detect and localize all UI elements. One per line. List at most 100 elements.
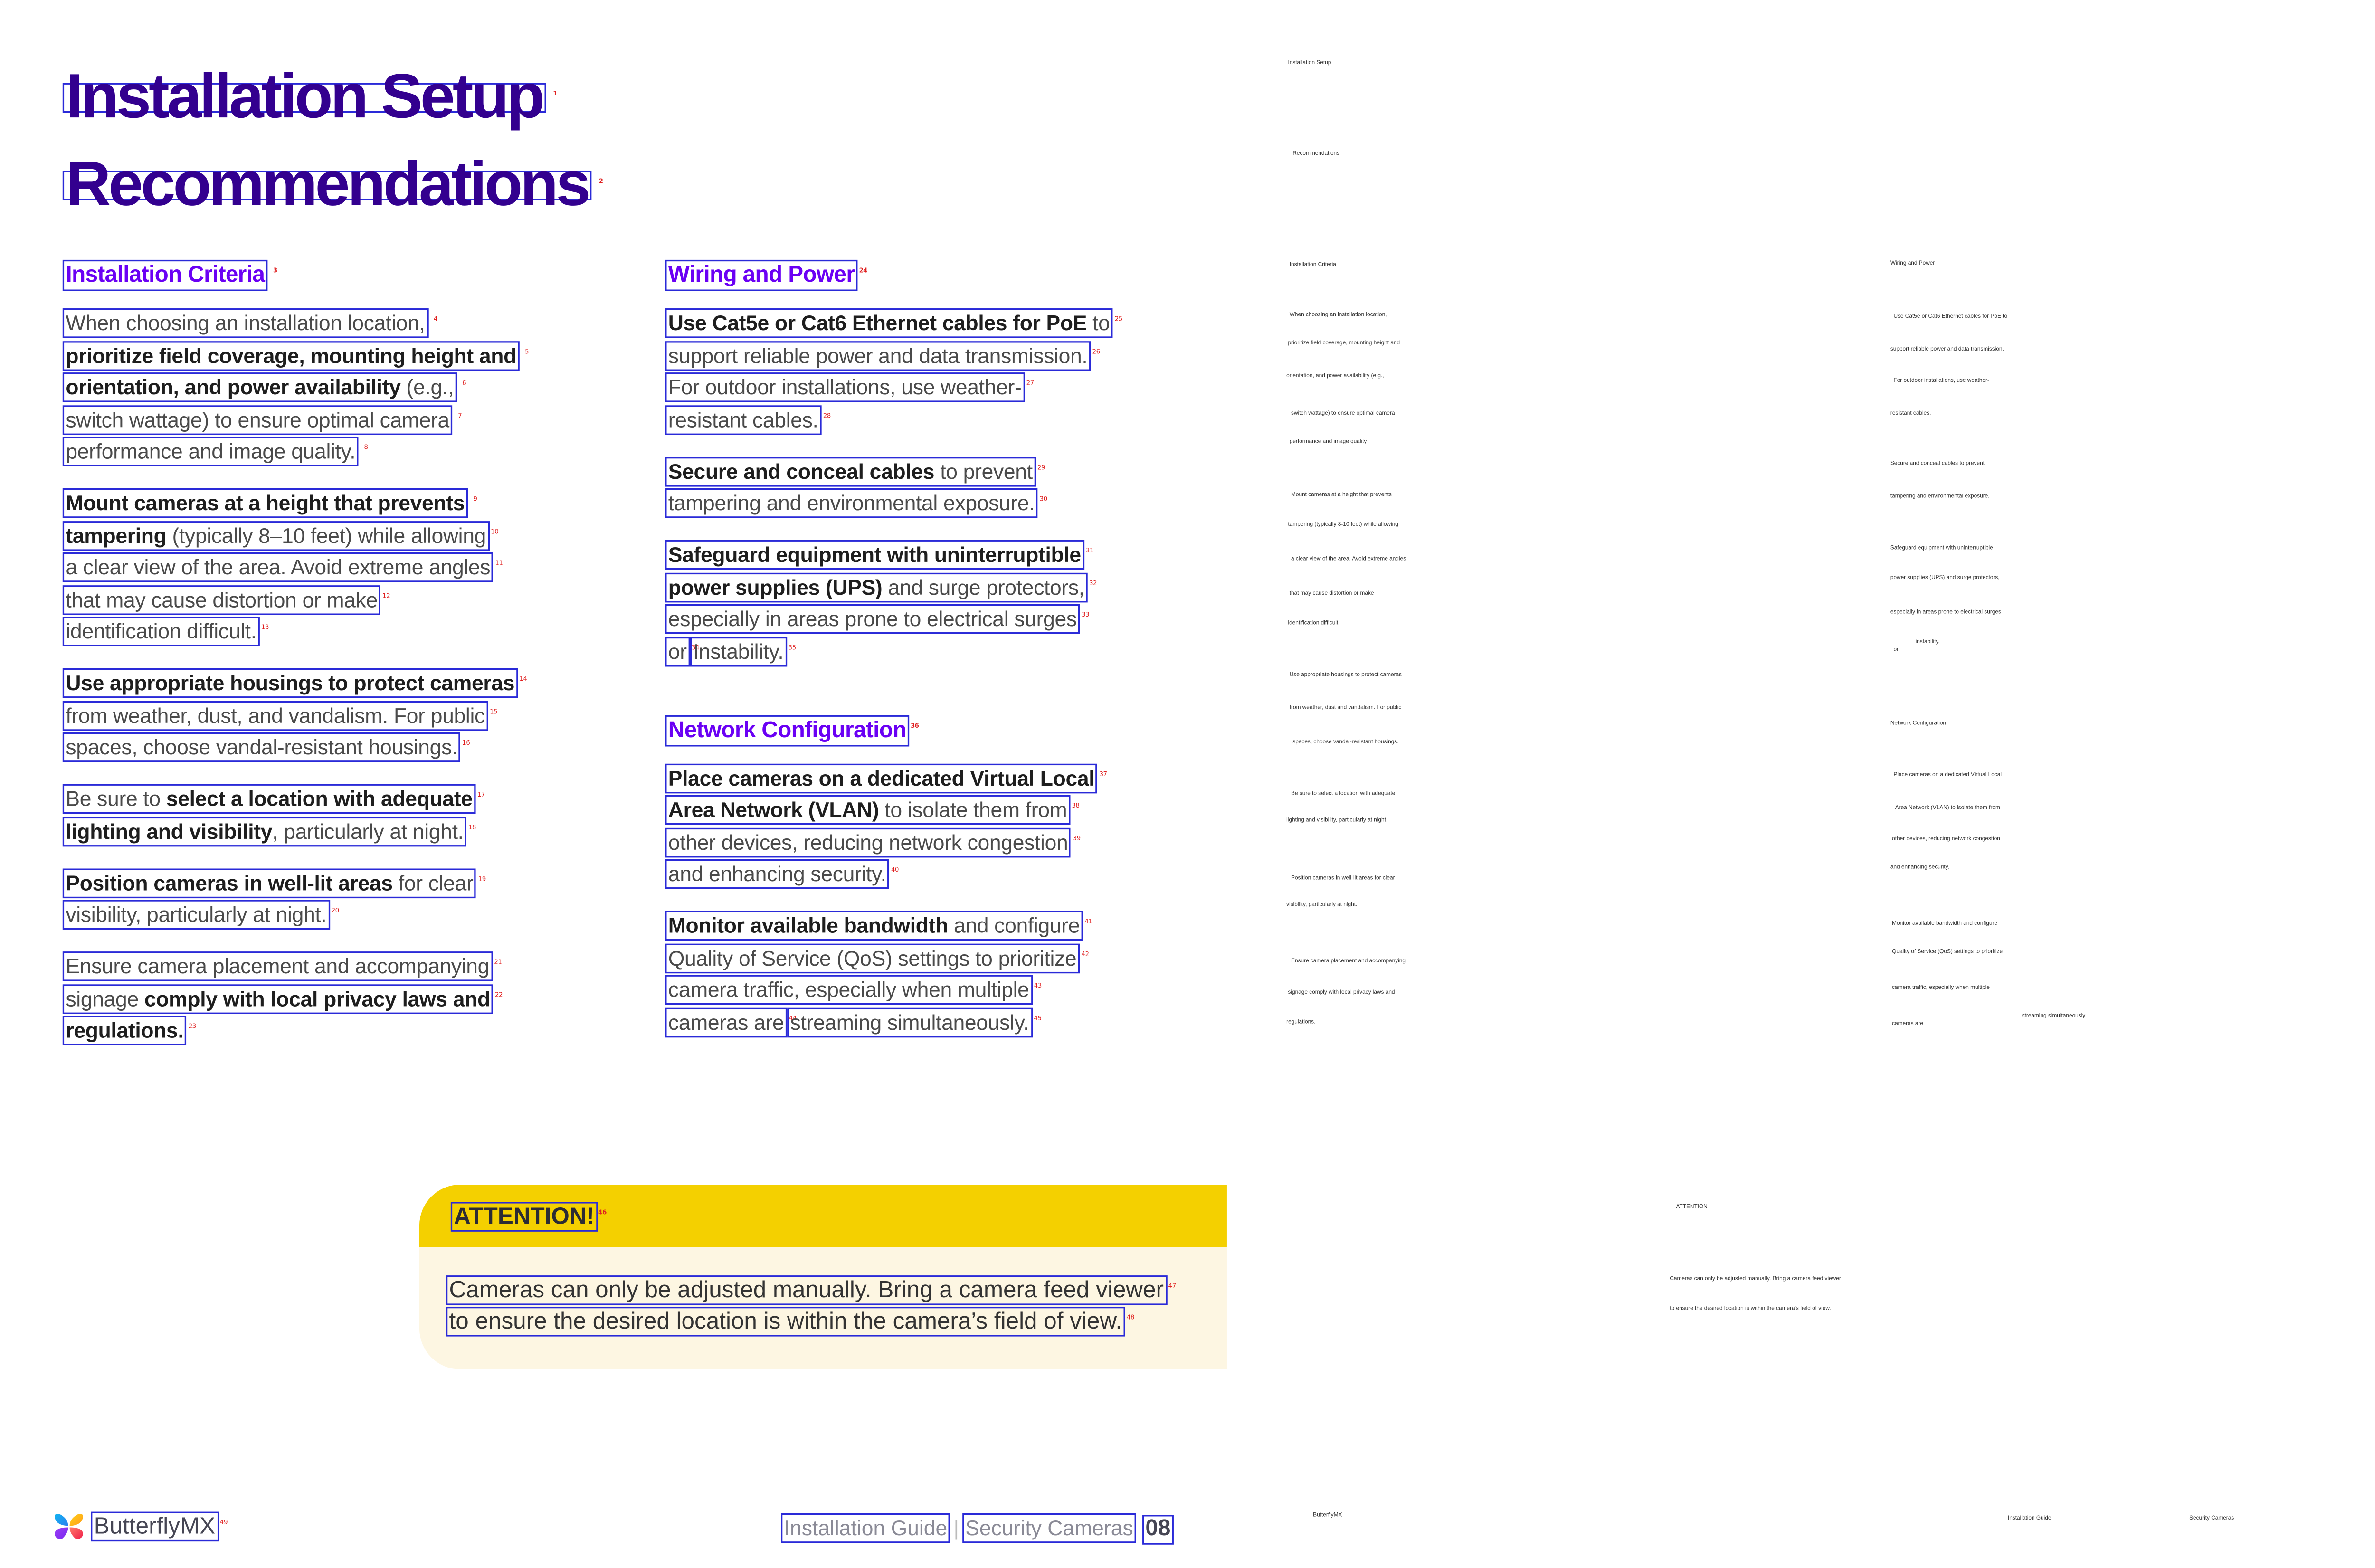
text-box: regulations. 23 [62,1016,196,1045]
text-line: Ensure camera placement and accompanying… [62,951,520,984]
text: that may cause distortion or make [66,588,378,611]
box-index: 18 [468,822,476,830]
text-line: Use appropriate housings to protect came… [62,668,527,701]
box-index: 15 [490,706,498,714]
footer-separator: | [953,1516,960,1540]
ocr-text-line: that may cause distortion or make [1289,590,1374,597]
text-box: spaces, choose vandal-resistant housings… [62,732,470,762]
ocr-text-line: to ensure the desired location is within… [1670,1305,1831,1311]
text-box: Installation Criteria 3 [62,259,277,291]
text: (e.g., [400,375,454,399]
ocr-text-line: For outdoor installations, use weather- [1893,377,1989,384]
attention-body: Cameras can only be adjusted manually. B… [446,1275,1176,1338]
ocr-text-line: lighting and visibility, particularly at… [1286,817,1388,823]
ocr-text-line: Cameras can only be adjusted manually. B… [1670,1275,1841,1282]
title-text: Installation Setup [66,62,545,132]
box-index: 28 [823,410,831,419]
bold-text: Area Network (VLAN) [668,798,879,822]
text-box: When choosing an installation location, 4 [62,308,437,338]
page-title-line-1: Installation Setup 1 [62,62,558,132]
box-index: 42 [1081,949,1089,957]
attention-callout: ATTENTION! 46 Cameras can only be adjuste… [419,1185,1227,1369]
text-box: streaming simultaneously. 45 [787,1007,1042,1037]
ocr-text-line: Position cameras in well-lit areas for c… [1291,874,1395,881]
text-box: signage comply with local privacy laws a… [62,983,503,1014]
ocr-text-line: visibility, particularly at night. [1286,901,1358,908]
bold-text: Safeguard equipment with uninterruptible [668,543,1081,567]
ocr-text-line: Wiring and Power [1890,259,1935,266]
section-heading: Wiring and Power 24 [665,259,1113,291]
ocr-text-line: support reliable power and data transmis… [1890,346,2004,352]
text-line: cameras are 44 streaming simultaneously. 45 [665,1007,1113,1039]
box-index: 21 [494,958,502,966]
bold-text: Use appropriate housings to protect came… [66,671,515,695]
ocr-text-line: Use appropriate housings to protect came… [1289,671,1402,678]
page-number-text: 08 [1145,1516,1171,1542]
box-index: 25 [1114,314,1122,323]
ocr-text-line: Safeguard equipment with uninterruptible [1890,544,1993,551]
paragraph: Use appropriate housings to protect came… [62,668,527,765]
ocr-text-line: Installation Setup [1288,59,1331,66]
ocr-text-line: prioritize field coverage, mounting heig… [1288,339,1400,346]
box-index: 35 [788,642,796,650]
text: Ensure camera placement and accompanying [66,954,490,979]
box-index: 7 [458,410,462,419]
box-index: 8 [364,443,368,451]
attention-text: Cameras can only be adjusted manually. B… [449,1277,1164,1304]
paragraph: Place cameras on a dedicated Virtual Loc… [665,763,1113,891]
text: support reliable power and data transmis… [668,343,1088,367]
box-index: 39 [1073,833,1081,841]
footer-section-text: Security Cameras [965,1516,1133,1540]
box-index: 3 [273,266,277,274]
text: Be sure to [66,787,166,811]
text-line: resistant cables. 28 [665,404,1113,437]
heading-text: Network Configuration [668,717,907,743]
text-box: that may cause distortion or make 12 [62,584,390,615]
footer-guide-text: Installation Guide [784,1516,948,1540]
text: to [1087,311,1110,335]
bold-text: Place cameras on a dedicated Virtual Loc… [668,766,1095,790]
paragraph: Ensure camera placement and accompanying… [62,951,520,1048]
ocr-text-line: Use Cat5e or Cat6 Ethernet cables for Po… [1893,313,2008,320]
ocr-text-line: instability. [1915,638,1940,645]
text-line: power supplies (UPS) and surge protector… [665,572,1113,604]
ocr-text-line: or [1893,646,1899,653]
box-index: 5 [525,346,529,355]
text-box: support reliable power and data transmis… [665,340,1100,371]
ocr-text-line: switch wattage) to ensure optimal camera [1291,410,1395,417]
box-index: 9 [473,494,477,503]
butterfly-logo-icon [55,1514,83,1539]
paragraph: Position cameras in well-lit areas for c… [62,867,520,932]
text: or [668,639,687,663]
text-line: tampering (typically 8–10 feet) while al… [62,520,520,552]
paragraph: Mount cameras at a height that prevents 9… [62,488,520,649]
text-box: Use appropriate housings to protect came… [62,668,527,698]
ocr-text-line: identification difficult. [1288,619,1340,626]
box-index: 27 [1026,379,1034,387]
ocr-text-line: orientation, and power availability (e.g… [1286,372,1384,379]
text-box: Instability. 35 [690,636,796,666]
ocr-text-line: performance and image quality [1289,438,1367,445]
text: performance and image quality. [66,439,356,464]
text-line: especially in areas prone to electrical … [665,604,1113,637]
footer-meta: Installation Guide | Security Cameras 08 [781,1513,1174,1545]
paragraph: Be sure to select a location with adequa… [62,784,520,848]
text: resistant cables. [668,408,818,431]
text-line: orientation, and power availability (e.g… [62,372,520,405]
text-box: identification difficult. 13 [62,617,269,646]
ocr-text-line: and enhancing security. [1890,864,1950,870]
text: (typically 8–10 feet) while allowing [166,523,486,547]
paragraph: Secure and conceal cables to prevent 29 ta… [665,456,1113,520]
box-index: 32 [1089,578,1097,586]
text: signage [66,987,144,1010]
text-box: tampering (typically 8–10 feet) while al… [62,520,499,551]
text-box: Ensure camera placement and accompanying… [62,951,502,981]
title-text: Recommendations [66,150,590,219]
text-box: Place cameras on a dedicated Virtual Loc… [665,763,1107,793]
attention-line-1: Cameras can only be adjusted manually. B… [446,1275,1176,1305]
text-box: camera traffic, especially when multiple… [665,975,1042,1005]
text: from weather, dust, and vandalism. For p… [66,703,485,727]
text: tampering and environmental exposure. [668,491,1035,515]
bold-text: lighting and visibility [66,819,273,843]
text-line: tampering and environmental exposure. 30 [665,488,1113,521]
